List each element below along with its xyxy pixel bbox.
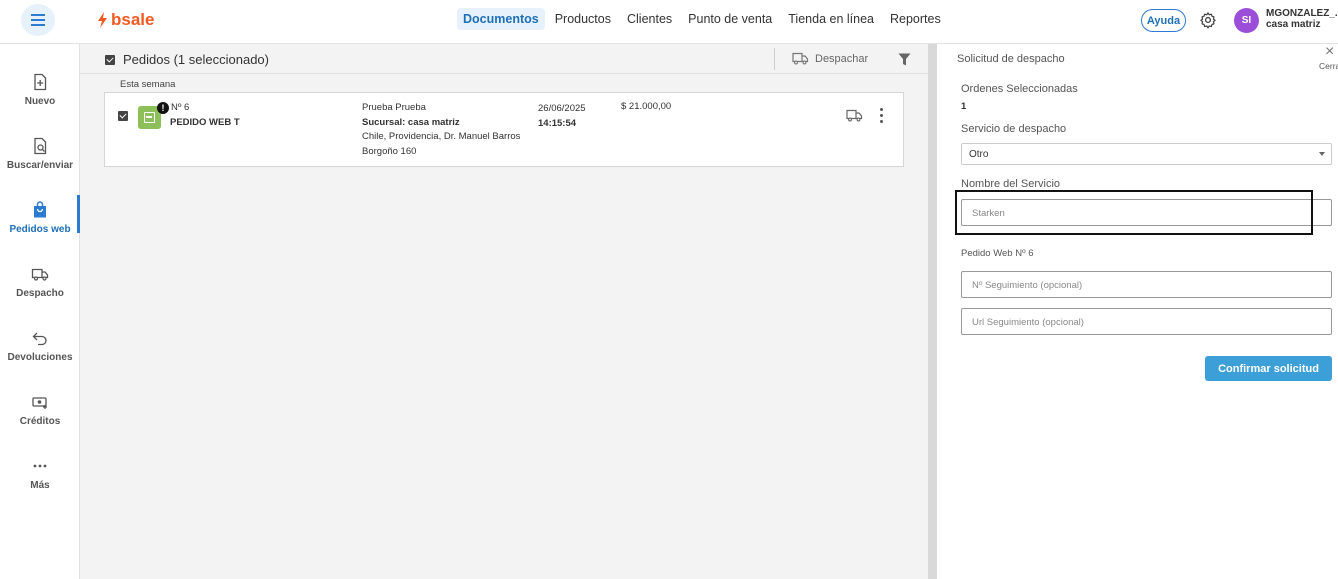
user-menu[interactable]: MGONZALEZ_... casa matriz — [1266, 8, 1338, 30]
sidebar-item-pedidos-web[interactable]: Pedidos web — [0, 195, 80, 249]
order-number: Nº 6 — [171, 102, 190, 113]
filter-icon[interactable] — [898, 53, 911, 66]
hamburger-menu-button[interactable] — [21, 4, 55, 36]
alert-icon: ! — [157, 102, 169, 114]
nav-punto-de-venta[interactable]: Punto de venta — [682, 8, 778, 30]
sidebar-item-label: Créditos — [19, 416, 61, 427]
order-amount: $ 21.000,00 — [621, 101, 672, 112]
page-title: Pedidos (1 seleccionado) — [123, 52, 269, 67]
gear-icon[interactable] — [1199, 11, 1217, 29]
order-datetime: 26/06/2025 14:15:54 — [538, 101, 586, 131]
close-icon[interactable]: × — [1325, 44, 1334, 60]
order-checkbox[interactable] — [118, 111, 128, 121]
sidebar-item-label: Buscar/enviar — [6, 160, 74, 171]
order-name: PEDIDO WEB T — [170, 117, 240, 128]
sidebar-item-nuevo[interactable]: Nuevo — [0, 71, 80, 121]
confirm-request-button[interactable]: Confirmar solicitud — [1205, 356, 1332, 381]
sidebar-item-label: Despacho — [16, 288, 64, 299]
sidebar: Nuevo Buscar/enviar Pedidos web Despacho… — [0, 44, 80, 579]
sidebar-item-devoluciones[interactable]: Devoluciones — [0, 327, 80, 377]
customer-branch: Sucursal: casa matriz — [362, 116, 460, 128]
tracking-url-input[interactable]: Url Seguimiento (opcional) — [961, 308, 1332, 335]
dispatch-request-panel: Solicitud de despacho × Cerrar Ordenes S… — [937, 44, 1338, 579]
sidebar-item-mas[interactable]: Más — [0, 455, 80, 505]
select-all-checkbox[interactable] — [105, 55, 115, 65]
user-name: MGONZALEZ_... — [1266, 8, 1338, 19]
chevron-down-icon — [1319, 152, 1325, 156]
orders-pane: Pedidos (1 seleccionado) Despachar Esta … — [80, 44, 928, 579]
panel-splitter[interactable] — [928, 44, 937, 579]
bolt-icon — [98, 12, 107, 28]
selected-orders-count: 1 — [961, 101, 967, 112]
order-customer-info: Prueba Prueba Sucursal: casa matriz Chil… — [362, 101, 520, 159]
truck-icon — [792, 52, 809, 65]
brand-logo[interactable]: bsale — [97, 10, 154, 30]
order-web-label: Pedido Web Nº 6 — [961, 248, 1034, 259]
tracking-number-input[interactable]: Nº Seguimiento (opcional) — [961, 271, 1332, 298]
truck-icon — [31, 268, 49, 281]
more-options-icon[interactable] — [880, 108, 884, 126]
nav-clientes[interactable]: Clientes — [621, 8, 678, 30]
group-label: Esta semana — [120, 79, 176, 90]
highlight-box — [955, 190, 1313, 235]
service-name-label: Nombre del Servicio — [961, 178, 1061, 190]
nav-tienda-en-linea[interactable]: Tienda en línea — [782, 8, 880, 30]
selected-orders-label: Ordenes Seleccionadas — [961, 83, 1078, 95]
main-nav: Documentos Productos Clientes Punto de v… — [457, 8, 947, 30]
document-icon — [144, 112, 155, 123]
dispatch-button[interactable]: Despachar — [792, 52, 868, 65]
panel-title: Solicitud de despacho — [957, 53, 1065, 65]
nav-documentos[interactable]: Documentos — [457, 8, 545, 30]
customer-name: Prueba Prueba — [362, 102, 426, 113]
file-plus-icon — [34, 73, 47, 91]
dispatch-label: Despachar — [815, 52, 869, 65]
sidebar-item-label: Nuevo — [24, 96, 56, 107]
orders-header: Pedidos (1 seleccionado) Despachar — [80, 44, 928, 74]
dispatch-service-value: Otro — [969, 149, 989, 160]
header-divider — [774, 48, 775, 70]
top-bar: bsale Documentos Productos Clientes Punt… — [0, 0, 1338, 44]
brand-name: bsale — [111, 10, 155, 29]
order-time: 14:15:54 — [538, 118, 577, 129]
money-icon — [32, 397, 47, 409]
shopping-bag-icon — [34, 201, 46, 218]
truck-icon[interactable] — [846, 109, 863, 122]
sidebar-item-buscar-enviar[interactable]: Buscar/enviar — [0, 135, 80, 185]
order-date: 26/06/2025 — [538, 103, 586, 114]
nav-productos[interactable]: Productos — [549, 8, 617, 30]
nav-reportes[interactable]: Reportes — [884, 8, 947, 30]
return-arrow-icon — [32, 332, 47, 346]
close-label[interactable]: Cerrar — [1319, 61, 1338, 71]
sidebar-item-label: Devoluciones — [7, 352, 73, 363]
avatar[interactable]: SI — [1234, 8, 1259, 33]
dispatch-service-select[interactable]: Otro — [961, 143, 1332, 165]
sidebar-item-despacho[interactable]: Despacho — [0, 263, 80, 313]
sidebar-item-label: Más — [30, 480, 50, 491]
dispatch-service-label: Servicio de despacho — [961, 123, 1067, 135]
file-search-icon — [34, 137, 47, 155]
sidebar-item-label: Pedidos web — [9, 224, 71, 235]
more-dots-icon — [33, 464, 47, 468]
order-card[interactable]: ! Nº 6 PEDIDO WEB T Prueba Prueba Sucurs… — [104, 92, 904, 167]
help-button[interactable]: Ayuda — [1141, 9, 1186, 32]
menu-icon — [31, 14, 45, 26]
customer-address-line1: Chile, Providencia, Dr. Manuel Barros — [362, 131, 521, 142]
sidebar-item-creditos[interactable]: Créditos — [0, 391, 80, 441]
user-branch: casa matriz — [1266, 19, 1321, 30]
customer-address-line2: Borgoño 160 — [362, 145, 417, 157]
